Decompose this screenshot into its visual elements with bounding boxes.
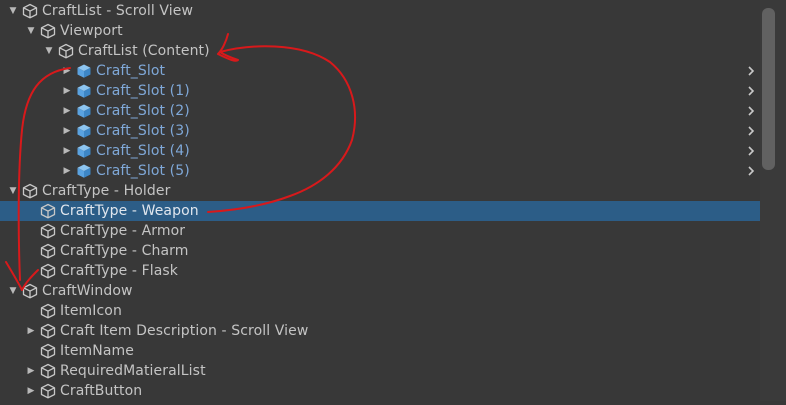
chevron-right-icon[interactable] — [744, 81, 758, 101]
gameobject-cube-icon — [22, 283, 38, 299]
triangle-right-icon[interactable]: ▶ — [60, 101, 74, 121]
row-label: Craft_Slot (1) — [96, 83, 190, 99]
hierarchy-row[interactable]: ▶ CraftButton — [0, 381, 760, 401]
hierarchy-row[interactable]: ▶ Craft_Slot (3) — [0, 121, 760, 141]
hierarchy-row[interactable]: ▼ CraftList - Scroll View — [0, 1, 760, 21]
gameobject-cube-icon — [40, 263, 56, 279]
triangle-right-icon[interactable]: ▶ — [24, 321, 38, 341]
prefab-cube-icon — [76, 83, 92, 99]
triangle-right-icon[interactable]: ▶ — [24, 381, 38, 401]
row-label: Craft_Slot (5) — [96, 163, 190, 179]
row-label: CraftButton — [60, 383, 143, 399]
row-label: Craft_Slot (2) — [96, 103, 190, 119]
triangle-right-icon[interactable]: ▶ — [60, 61, 74, 81]
hierarchy-row[interactable]: ▶ Craft_Slot (2) — [0, 101, 760, 121]
chevron-right-icon[interactable] — [744, 101, 758, 121]
row-label: CraftList (Content) — [78, 43, 210, 59]
prefab-cube-icon — [76, 63, 92, 79]
gameobject-cube-icon — [40, 363, 56, 379]
triangle-right-icon[interactable]: ▶ — [60, 121, 74, 141]
hierarchy-row[interactable]: ▶ Craft Item Description - Scroll View — [0, 321, 760, 341]
hierarchy-row[interactable]: CraftType - Flask — [0, 261, 760, 281]
hierarchy-panel: ▼ CraftList - Scroll View ▼ Viewport ▼ CraftL… — [0, 0, 786, 401]
prefab-cube-icon — [76, 123, 92, 139]
hierarchy-row[interactable]: ▼ CraftList (Content) — [0, 41, 760, 61]
hierarchy-row[interactable]: ItemName — [0, 341, 760, 361]
hierarchy-row[interactable]: CraftType - Charm — [0, 241, 760, 261]
row-label: CraftWindow — [42, 283, 133, 299]
gameobject-cube-icon — [58, 43, 74, 59]
gameobject-cube-icon — [40, 343, 56, 359]
gameobject-cube-icon — [22, 183, 38, 199]
hierarchy-row[interactable]: ▼ CraftType - Holder — [0, 181, 760, 201]
chevron-right-icon[interactable] — [744, 141, 758, 161]
row-label: CraftType - Charm — [60, 243, 189, 259]
row-label: ItemIcon — [60, 303, 122, 319]
prefab-cube-icon — [76, 163, 92, 179]
gameobject-cube-icon — [40, 323, 56, 339]
gameobject-cube-icon — [40, 303, 56, 319]
prefab-cube-icon — [76, 143, 92, 159]
gameobject-cube-icon — [40, 383, 56, 399]
triangle-down-icon[interactable]: ▼ — [6, 1, 20, 21]
row-label: Craft Item Description - Scroll View — [60, 323, 309, 339]
row-label: Craft_Slot (3) — [96, 123, 190, 139]
hierarchy-row[interactable]: ▼ CraftWindow — [0, 281, 760, 301]
hierarchy-row[interactable]: ItemIcon — [0, 301, 760, 321]
row-label: Craft_Slot (4) — [96, 143, 190, 159]
row-label: Craft_Slot — [96, 63, 166, 79]
row-label: CraftList - Scroll View — [42, 3, 194, 19]
hierarchy-row[interactable]: ▼ Viewport — [0, 21, 760, 41]
row-label: ItemName — [60, 343, 134, 359]
gameobject-cube-icon — [22, 3, 38, 19]
row-label: CraftType - Armor — [60, 223, 186, 239]
triangle-right-icon[interactable]: ▶ — [60, 81, 74, 101]
hierarchy-row[interactable]: ▶ Craft_Slot (1) — [0, 81, 760, 101]
hierarchy-row[interactable]: CraftType - Weapon — [0, 201, 760, 221]
row-label: RequiredMatieralList — [60, 363, 206, 379]
prefab-cube-icon — [76, 103, 92, 119]
row-label: Viewport — [60, 23, 123, 39]
chevron-right-icon[interactable] — [744, 61, 758, 81]
triangle-right-icon[interactable]: ▶ — [60, 141, 74, 161]
row-label: CraftType - Weapon — [60, 203, 199, 219]
scrollbar-thumb[interactable] — [762, 8, 775, 170]
row-label: CraftType - Flask — [60, 263, 179, 279]
triangle-down-icon[interactable]: ▼ — [42, 41, 56, 61]
row-label: CraftType - Holder — [42, 183, 171, 199]
hierarchy-row[interactable]: ▶ Craft_Slot — [0, 61, 760, 81]
hierarchy-row[interactable]: CraftType - Armor — [0, 221, 760, 241]
chevron-right-icon[interactable] — [744, 161, 758, 181]
hierarchy-row[interactable]: ▶ Craft_Slot (4) — [0, 141, 760, 161]
hierarchy-row[interactable]: ▶ RequiredMatieralList — [0, 361, 760, 381]
triangle-down-icon[interactable]: ▼ — [6, 181, 20, 201]
gameobject-cube-icon — [40, 23, 56, 39]
gameobject-cube-icon — [40, 243, 56, 259]
chevron-right-icon[interactable] — [744, 121, 758, 141]
hierarchy-row[interactable]: ▶ Craft_Slot (5) — [0, 161, 760, 181]
triangle-down-icon[interactable]: ▼ — [24, 21, 38, 41]
gameobject-cube-icon — [40, 203, 56, 219]
triangle-down-icon[interactable]: ▼ — [6, 281, 20, 301]
gameobject-cube-icon — [40, 223, 56, 239]
triangle-right-icon[interactable]: ▶ — [24, 361, 38, 381]
triangle-right-icon[interactable]: ▶ — [60, 161, 74, 181]
